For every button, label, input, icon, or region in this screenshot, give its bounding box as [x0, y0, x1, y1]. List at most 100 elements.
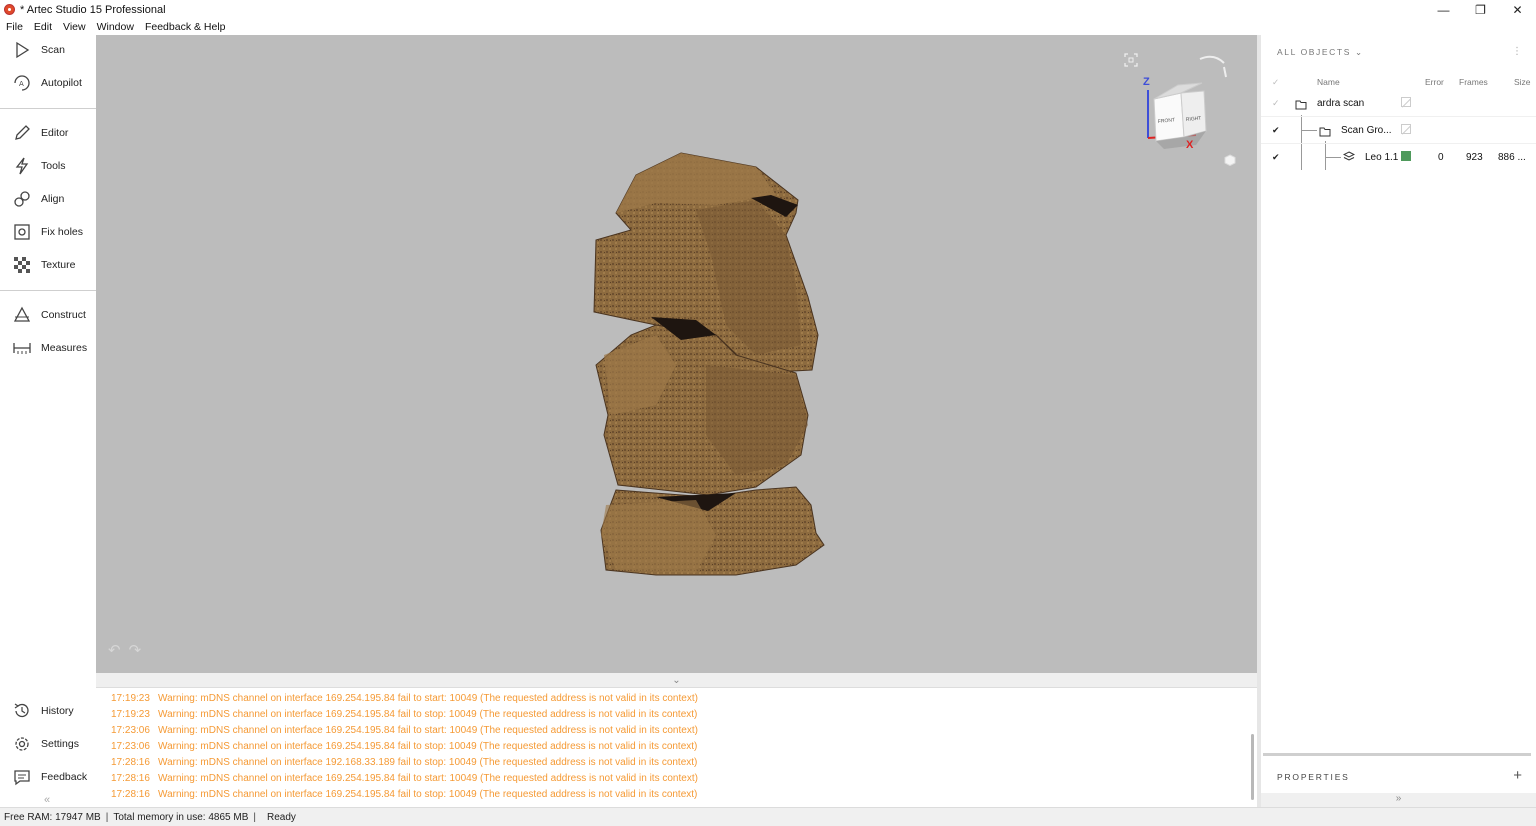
log-entry: 17:19:23 Warning: mDNS channel on interf…: [96, 706, 1257, 722]
total-memory-status: Total memory in use: 4865 MB: [113, 811, 249, 823]
sidebar-item-label: Tools: [41, 160, 66, 172]
history-icon: [12, 701, 32, 721]
collapse-sidebar-button[interactable]: «: [44, 794, 50, 806]
log-time: 17:28:16: [111, 756, 150, 768]
sidebar-item-label: Editor: [41, 127, 69, 139]
log-message: Warning: mDNS channel on interface 169.2…: [158, 724, 698, 736]
log-message: Warning: mDNS channel on interface 169.2…: [158, 692, 698, 704]
sidebar-item-editor[interactable]: Editor: [0, 118, 96, 148]
sidebar-item-label: Feedback: [41, 771, 88, 783]
sidebar-item-label: Scan: [41, 44, 65, 56]
sidebar-item-label: Fix holes: [41, 226, 84, 238]
comment-icon: [12, 767, 32, 787]
tree-row-ardra-scan[interactable]: ✓ ardra scan: [1261, 90, 1536, 117]
undo-redo-controls: ↶ ↷: [108, 641, 141, 659]
view-cube-icon[interactable]: [1224, 153, 1236, 171]
tree-row-label: Leo 1.1: [1365, 152, 1399, 163]
orientation-gizmo[interactable]: Z X FRONT RIGHT: [1136, 45, 1256, 165]
menu-window[interactable]: Window: [97, 21, 134, 33]
folder-icon: [1295, 97, 1307, 115]
visibility-check[interactable]: ✓: [1272, 98, 1280, 109]
column-error[interactable]: Error: [1425, 77, 1444, 87]
hidden-toggle-icon[interactable]: [1401, 97, 1411, 107]
log-entry: 17:28:16 Warning: mDNS channel on interf…: [96, 786, 1257, 802]
sidebar-item-fix-holes[interactable]: Fix holes: [0, 217, 96, 247]
properties-header: PROPERTIES: [1277, 772, 1350, 782]
status-bar: Free RAM: 17947 MB | Total memory in use…: [0, 807, 1536, 826]
menu-file[interactable]: File: [6, 21, 23, 33]
sidebar-item-texture[interactable]: Texture: [0, 250, 96, 280]
chevron-down-icon[interactable]: ⌄: [672, 675, 680, 686]
close-button[interactable]: ✕: [1499, 0, 1536, 19]
log-message: Warning: mDNS channel on interface 192.1…: [158, 756, 698, 768]
log-time: 17:19:23: [111, 708, 150, 720]
log-message: Warning: mDNS channel on interface 169.2…: [158, 788, 698, 800]
all-objects-header[interactable]: ALL OBJECTS ⌄: [1277, 47, 1364, 58]
scanned-model: [593, 152, 825, 576]
log-message: Warning: mDNS channel on interface 169.2…: [158, 740, 698, 752]
sidebar-item-feedback[interactable]: Feedback: [0, 762, 96, 792]
log-time: 17:28:16: [111, 772, 150, 784]
object-color-swatch[interactable]: [1401, 151, 1411, 161]
minimize-button[interactable]: —: [1425, 0, 1462, 19]
redo-button[interactable]: ↷: [129, 641, 142, 659]
log-scrollbar[interactable]: [1251, 734, 1254, 800]
triangle-icon: [12, 305, 32, 325]
undo-button[interactable]: ↶: [108, 641, 121, 659]
log-panel: 17:19:23 Warning: mDNS channel on interf…: [96, 688, 1257, 807]
sidebar-item-label: Autopilot: [41, 77, 82, 89]
log-time: 17:19:23: [111, 692, 150, 704]
column-size[interactable]: Size: [1514, 77, 1531, 87]
pencil-icon: [12, 123, 32, 143]
status-separator: |: [105, 811, 109, 823]
log-entry: 17:23:06 Warning: mDNS channel on interf…: [96, 738, 1257, 754]
log-collapse-bar[interactable]: ⌄: [96, 673, 1257, 688]
window-title: * Artec Studio 15 Professional: [20, 3, 166, 16]
chevron-down-icon[interactable]: ⌄: [1355, 47, 1364, 57]
sidebar-divider: [0, 108, 96, 109]
hidden-toggle-icon[interactable]: [1401, 124, 1411, 134]
tree-row-scan-group[interactable]: ✔ Scan Gro...: [1261, 117, 1536, 144]
menu-feedback-help[interactable]: Feedback & Help: [145, 21, 226, 33]
log-time: 17:23:06: [111, 740, 150, 752]
collapse-panel-button[interactable]: »: [1261, 793, 1536, 807]
sidebar-item-label: Measures: [41, 342, 88, 354]
tree-row-leo[interactable]: ✔ Leo 1.1 0 923 886 ...: [1261, 144, 1536, 171]
panel-divider[interactable]: [1263, 753, 1531, 756]
sidebar-item-history[interactable]: History: [0, 696, 96, 726]
log-entry: 17:23:06 Warning: mDNS channel on interf…: [96, 722, 1257, 738]
sidebar-item-construct[interactable]: Construct: [0, 300, 96, 330]
restore-button[interactable]: ❐: [1462, 0, 1499, 19]
log-entry: 17:28:16 Warning: mDNS channel on interf…: [96, 770, 1257, 786]
tree-row-label: Scan Gro...: [1341, 125, 1392, 136]
menu-bar: File Edit View Window Feedback & Help: [0, 19, 1536, 35]
align-icon: [12, 189, 32, 209]
error-value: 0: [1438, 152, 1444, 163]
lightning-icon: [12, 156, 32, 176]
log-entry: 17:19:23 Warning: mDNS channel on interf…: [96, 690, 1257, 706]
sidebar-item-tools[interactable]: Tools: [0, 151, 96, 181]
column-frames[interactable]: Frames: [1459, 77, 1488, 87]
visibility-check[interactable]: ✔: [1272, 125, 1280, 136]
status-separator: |: [253, 811, 256, 823]
column-name[interactable]: Name: [1317, 77, 1340, 87]
folder-icon: [1319, 124, 1331, 142]
left-sidebar: Scan A Autopilot Editor Tools Align Fix …: [0, 35, 96, 807]
ruler-icon: [12, 338, 32, 358]
sidebar-item-settings[interactable]: Settings: [0, 729, 96, 759]
menu-edit[interactable]: Edit: [34, 21, 52, 33]
sidebar-item-label: Texture: [41, 259, 76, 271]
tree-row-label: ardra scan: [1317, 98, 1365, 109]
column-check-all[interactable]: ✓: [1272, 77, 1279, 88]
sidebar-item-scan[interactable]: Scan: [0, 35, 96, 65]
add-property-button[interactable]: +: [1513, 767, 1522, 784]
sidebar-item-align[interactable]: Align: [0, 184, 96, 214]
menu-view[interactable]: View: [63, 21, 86, 33]
sidebar-item-measures[interactable]: Measures: [0, 333, 96, 363]
log-entry: 17:28:16 Warning: mDNS channel on interf…: [96, 754, 1257, 770]
log-message: Warning: mDNS channel on interface 169.2…: [158, 708, 698, 720]
visibility-check[interactable]: ✔: [1272, 152, 1280, 163]
3d-viewport[interactable]: Z X FRONT RIGHT ↶ ↷: [96, 35, 1257, 673]
more-options-icon[interactable]: ⋮: [1512, 46, 1522, 57]
sidebar-item-autopilot[interactable]: A Autopilot: [0, 68, 96, 98]
